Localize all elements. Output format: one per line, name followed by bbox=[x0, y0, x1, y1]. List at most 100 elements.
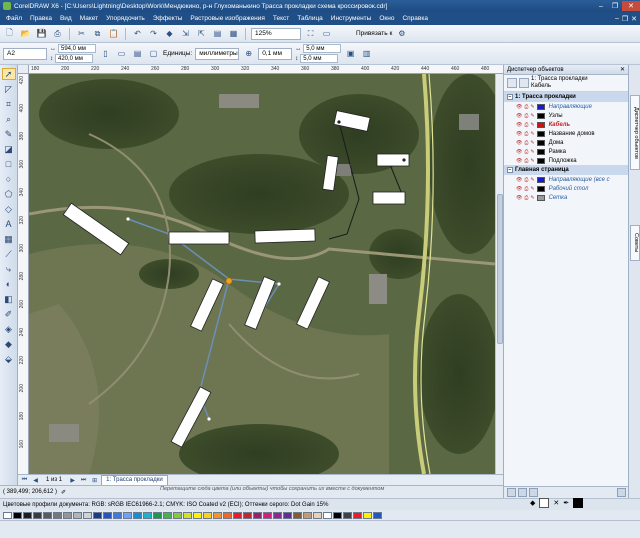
menu-table[interactable]: Таблица bbox=[293, 15, 327, 22]
palette-swatch[interactable] bbox=[303, 511, 312, 519]
palette-swatch[interactable] bbox=[113, 511, 122, 519]
layer-color-swatch[interactable] bbox=[536, 139, 545, 146]
menu-tools[interactable]: Инструменты bbox=[327, 15, 376, 22]
print-icon[interactable]: ⎙ bbox=[524, 140, 528, 146]
menu-help[interactable]: Справка bbox=[398, 15, 432, 22]
palette-swatch[interactable] bbox=[363, 511, 372, 519]
import-icon[interactable]: ⇲ bbox=[179, 27, 192, 40]
page-tab[interactable]: 1: Трасса прокладки bbox=[101, 475, 168, 485]
eye-icon[interactable]: 👁 bbox=[516, 122, 522, 128]
landscape-icon[interactable]: ▭ bbox=[115, 47, 128, 60]
print-icon[interactable]: ⎙ bbox=[524, 113, 528, 119]
layer-row[interactable]: 👁 ⎙ ✎ Подложка bbox=[504, 156, 628, 165]
vertical-scrollbar[interactable] bbox=[495, 74, 503, 474]
drawing-canvas[interactable] bbox=[29, 74, 495, 474]
layer-color-swatch[interactable] bbox=[536, 148, 545, 155]
smart-fill-icon[interactable]: ◪ bbox=[2, 143, 16, 155]
house-7[interactable] bbox=[372, 191, 406, 205]
layer-color-swatch[interactable] bbox=[536, 112, 545, 119]
lock-icon[interactable]: ✎ bbox=[530, 104, 534, 110]
palette-swatch[interactable] bbox=[143, 511, 152, 519]
prev-page-icon[interactable]: ◀ bbox=[31, 476, 40, 485]
print-icon[interactable]: ⎙ bbox=[524, 195, 528, 201]
palette-swatch[interactable] bbox=[73, 511, 82, 519]
eye-icon[interactable]: 👁 bbox=[516, 177, 522, 183]
eye-icon[interactable]: 👁 bbox=[516, 149, 522, 155]
paste-icon[interactable]: 📋 bbox=[107, 27, 120, 40]
freehand-tool-icon[interactable]: ✎ bbox=[2, 128, 16, 140]
new-master-layer-all-icon[interactable] bbox=[529, 488, 538, 497]
doc-restore-icon[interactable]: ❐ bbox=[622, 15, 628, 23]
options-icon[interactable]: ⚙ bbox=[395, 27, 408, 40]
house-2[interactable] bbox=[168, 231, 230, 245]
all-pages-icon[interactable]: ▤ bbox=[131, 47, 144, 60]
lock-icon[interactable]: ✎ bbox=[530, 122, 534, 128]
master-page-header-row[interactable]: − Главная страница bbox=[504, 165, 628, 175]
duplicate-y-field[interactable]: 5,0 мм bbox=[300, 54, 339, 63]
palette-swatch[interactable] bbox=[313, 511, 322, 519]
palette-swatch[interactable] bbox=[123, 511, 132, 519]
fill-tool-icon[interactable]: ◆ bbox=[2, 338, 16, 350]
doc-close-icon[interactable]: ✕ bbox=[631, 15, 637, 23]
master-layer-row[interactable]: 👁 ⎙ ✎ Сетка bbox=[504, 193, 628, 202]
menu-text[interactable]: Текст bbox=[269, 15, 293, 22]
palette-swatch[interactable] bbox=[353, 511, 362, 519]
outline-tool-icon[interactable]: ◈ bbox=[2, 323, 16, 335]
outline-swatch[interactable] bbox=[573, 498, 584, 508]
collapse-icon[interactable]: − bbox=[507, 94, 513, 100]
node-marker[interactable] bbox=[225, 277, 233, 285]
table-tool-icon[interactable]: ▦ bbox=[2, 233, 16, 245]
duplicate-x-field[interactable]: 5,0 мм bbox=[303, 44, 342, 53]
palette-swatch[interactable] bbox=[333, 511, 342, 519]
eyedropper-tool-icon[interactable]: ✐ bbox=[2, 308, 16, 320]
new-layer-icon[interactable] bbox=[507, 488, 516, 497]
palette-swatch[interactable] bbox=[263, 511, 272, 519]
layer-color-swatch[interactable] bbox=[536, 185, 545, 192]
vertical-ruler[interactable]: 420 400 380 360 340 320 300 280 260 240 … bbox=[18, 74, 29, 474]
layer-row[interactable]: 👁 ⎙ ✎ Название домов bbox=[504, 129, 628, 138]
basic-shapes-icon[interactable]: ◇ bbox=[2, 203, 16, 215]
horizontal-ruler[interactable]: 180 200 220 240 260 280 300 320 340 360 … bbox=[29, 65, 503, 74]
palette-swatch[interactable] bbox=[323, 511, 332, 519]
palette-swatch[interactable] bbox=[373, 511, 382, 519]
layer-color-swatch[interactable] bbox=[536, 130, 545, 137]
maximize-button[interactable]: ❐ bbox=[608, 1, 622, 11]
cut-icon[interactable]: ✂ bbox=[75, 27, 88, 40]
print-icon[interactable]: ⎙ bbox=[524, 122, 528, 128]
menu-window[interactable]: Окно bbox=[375, 15, 398, 22]
print-icon[interactable]: ⎙ bbox=[524, 158, 528, 164]
tab-hints[interactable]: Советы bbox=[630, 225, 640, 261]
crop-tool-icon[interactable]: ⌗ bbox=[2, 98, 16, 110]
pick-tool-icon[interactable]: ➚ bbox=[1, 68, 16, 80]
text-tool-icon[interactable]: A bbox=[2, 218, 16, 230]
eye-icon[interactable]: 👁 bbox=[516, 186, 522, 192]
blend-tool-icon[interactable]: ◐ bbox=[2, 278, 16, 290]
palette-swatch[interactable] bbox=[163, 511, 172, 519]
layer-row[interactable]: 👁 ⎙ ✎ Дома bbox=[504, 138, 628, 147]
collapse-icon[interactable]: − bbox=[507, 167, 513, 173]
interactive-fill-icon[interactable]: ⬙ bbox=[2, 353, 16, 365]
lock-icon[interactable]: ✎ bbox=[530, 186, 534, 192]
palette-swatch[interactable] bbox=[93, 511, 102, 519]
new-document-icon[interactable]: 🗋 bbox=[3, 27, 16, 40]
print-icon[interactable]: ⎙ bbox=[524, 177, 528, 183]
eye-icon[interactable]: 👁 bbox=[516, 140, 522, 146]
palette-swatch[interactable] bbox=[273, 511, 282, 519]
page-header-row[interactable]: − 1: Трасса прокладки bbox=[504, 92, 628, 102]
polygon-tool-icon[interactable]: ⬠ bbox=[2, 188, 16, 200]
palette-swatch[interactable] bbox=[83, 511, 92, 519]
palette-swatch[interactable] bbox=[183, 511, 192, 519]
full-screen-icon[interactable]: ⛶ bbox=[304, 27, 317, 40]
menu-view[interactable]: Вид bbox=[56, 15, 76, 22]
master-layer-row[interactable]: 👁 ⎙ ✎ Рабочий стол bbox=[504, 184, 628, 193]
add-page-icon[interactable]: ⊞ bbox=[90, 476, 99, 485]
palette-swatch[interactable] bbox=[293, 511, 302, 519]
layer-row[interactable]: 👁 ⎙ ✎ Кабель bbox=[504, 120, 628, 129]
portrait-icon[interactable]: ▯ bbox=[99, 47, 112, 60]
eye-icon[interactable]: 👁 bbox=[516, 195, 522, 201]
palette-swatch[interactable] bbox=[133, 511, 142, 519]
lock-icon[interactable]: ✎ bbox=[530, 195, 534, 201]
eye-icon[interactable]: 👁 bbox=[516, 113, 522, 119]
node-marker[interactable] bbox=[402, 158, 406, 162]
new-master-layer-icon[interactable] bbox=[518, 488, 527, 497]
